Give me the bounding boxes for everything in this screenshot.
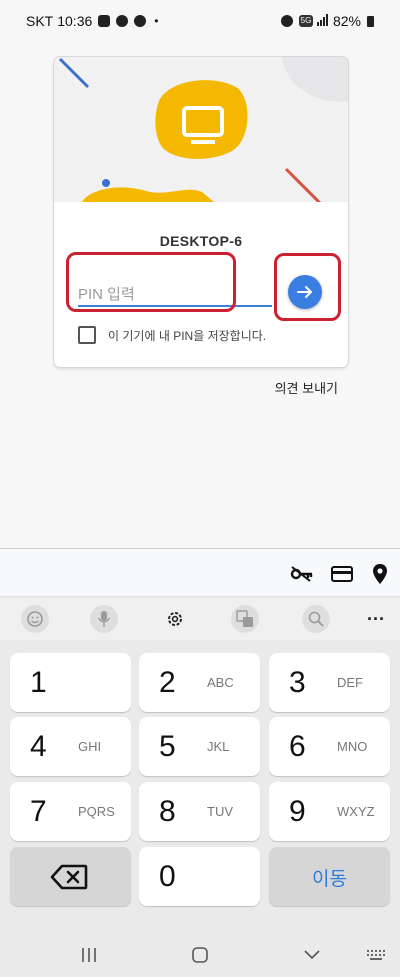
key-digit: 7 <box>30 795 47 828</box>
chrome-notification-icon <box>134 15 147 27</box>
key-letters: JKL <box>207 739 230 754</box>
emoji-icon[interactable] <box>21 605 49 633</box>
battery-percent: 82% <box>332 13 361 29</box>
search-icon[interactable] <box>302 605 330 633</box>
key-digit: 8 <box>159 795 176 828</box>
hero-artwork <box>58 57 348 202</box>
backspace-key[interactable] <box>10 847 131 906</box>
signal-icon <box>316 13 329 29</box>
backspace-icon <box>50 864 88 895</box>
key-9[interactable]: 9 WXYZ <box>269 782 390 841</box>
carrier-label: SKT <box>26 13 54 29</box>
gallery-notification-icon <box>98 15 111 27</box>
battery-icon <box>367 15 374 27</box>
key-digit: 4 <box>30 730 47 763</box>
recents-icon[interactable] <box>77 946 101 964</box>
location-pin-icon[interactable] <box>368 563 392 585</box>
save-pin-checkbox[interactable] <box>78 326 96 344</box>
key-digit: 9 <box>289 795 306 828</box>
clock: 10:36 <box>57 13 93 29</box>
home-icon[interactable] <box>188 946 212 964</box>
key-5[interactable]: 5 JKL <box>139 717 260 776</box>
settings-icon[interactable] <box>161 605 189 633</box>
network-icon: 5G <box>298 15 313 27</box>
submit-pin-button[interactable] <box>288 275 322 309</box>
talk-notification-icon <box>116 15 129 27</box>
key-2[interactable]: 2 ABC <box>139 653 260 712</box>
key-digit: 0 <box>159 860 176 893</box>
key-digit: 1 <box>30 666 47 699</box>
autofill-bar <box>0 549 400 597</box>
hero-illustration <box>54 57 348 202</box>
key-digit: 2 <box>159 666 176 699</box>
key-letters: PQRS <box>78 804 115 819</box>
more-notifications-dot: • <box>154 14 159 28</box>
key-letters: GHI <box>78 739 102 754</box>
key-digit: 6 <box>289 730 306 763</box>
key-letters: WXYZ <box>337 804 375 819</box>
key-4[interactable]: 4 GHI <box>10 717 131 776</box>
keyboard-switch-icon[interactable] <box>364 946 388 964</box>
password-key-icon[interactable] <box>290 563 314 585</box>
key-letters: ABC <box>207 675 234 690</box>
credit-card-icon[interactable] <box>330 563 354 585</box>
keyboard-toolbar: ··· <box>0 598 400 640</box>
key-0[interactable]: 0 <box>139 847 260 906</box>
microphone-icon[interactable] <box>90 605 118 633</box>
keyboard: ··· 1 2 ABC 3 DEF 4 GHI 5 JKL 6 MNO 7 PQ… <box>0 548 400 977</box>
key-letters: DEF <box>337 675 363 690</box>
key-8[interactable]: 8 TUV <box>139 782 260 841</box>
pin-input[interactable] <box>78 283 272 305</box>
key-7[interactable]: 7 PQRS <box>10 782 131 841</box>
key-letters: MNO <box>337 739 368 754</box>
pin-input-underline <box>78 305 272 307</box>
alarm-icon <box>280 15 293 27</box>
send-feedback-link[interactable]: 의견 보내기 <box>275 378 338 397</box>
save-pin-row[interactable]: 이 기기에 내 PIN을 저장합니다. <box>78 326 266 344</box>
go-key-label: 이동 <box>312 869 347 890</box>
more-icon[interactable]: ··· <box>362 605 390 633</box>
key-letters: TUV <box>207 804 233 819</box>
go-key[interactable]: 이동 <box>269 847 390 906</box>
host-name: DESKTOP-6 <box>159 233 243 249</box>
back-icon[interactable] <box>300 946 324 964</box>
arrow-right-icon <box>297 286 312 298</box>
system-nav-bar <box>0 932 400 977</box>
save-pin-label: 이 기기에 내 PIN을 저장합니다. <box>108 328 267 343</box>
key-digit: 5 <box>159 730 176 763</box>
status-bar: SKT 10:36 • 5G 82% <box>0 0 400 42</box>
key-6[interactable]: 6 MNO <box>269 717 390 776</box>
host-card: DESKTOP-6 이 기기에 내 PIN을 저장합니다. <box>54 57 348 367</box>
key-3[interactable]: 3 DEF <box>269 653 390 712</box>
translate-icon[interactable] <box>231 605 259 633</box>
key-digit: 3 <box>289 666 306 699</box>
key-1[interactable]: 1 <box>10 653 131 712</box>
